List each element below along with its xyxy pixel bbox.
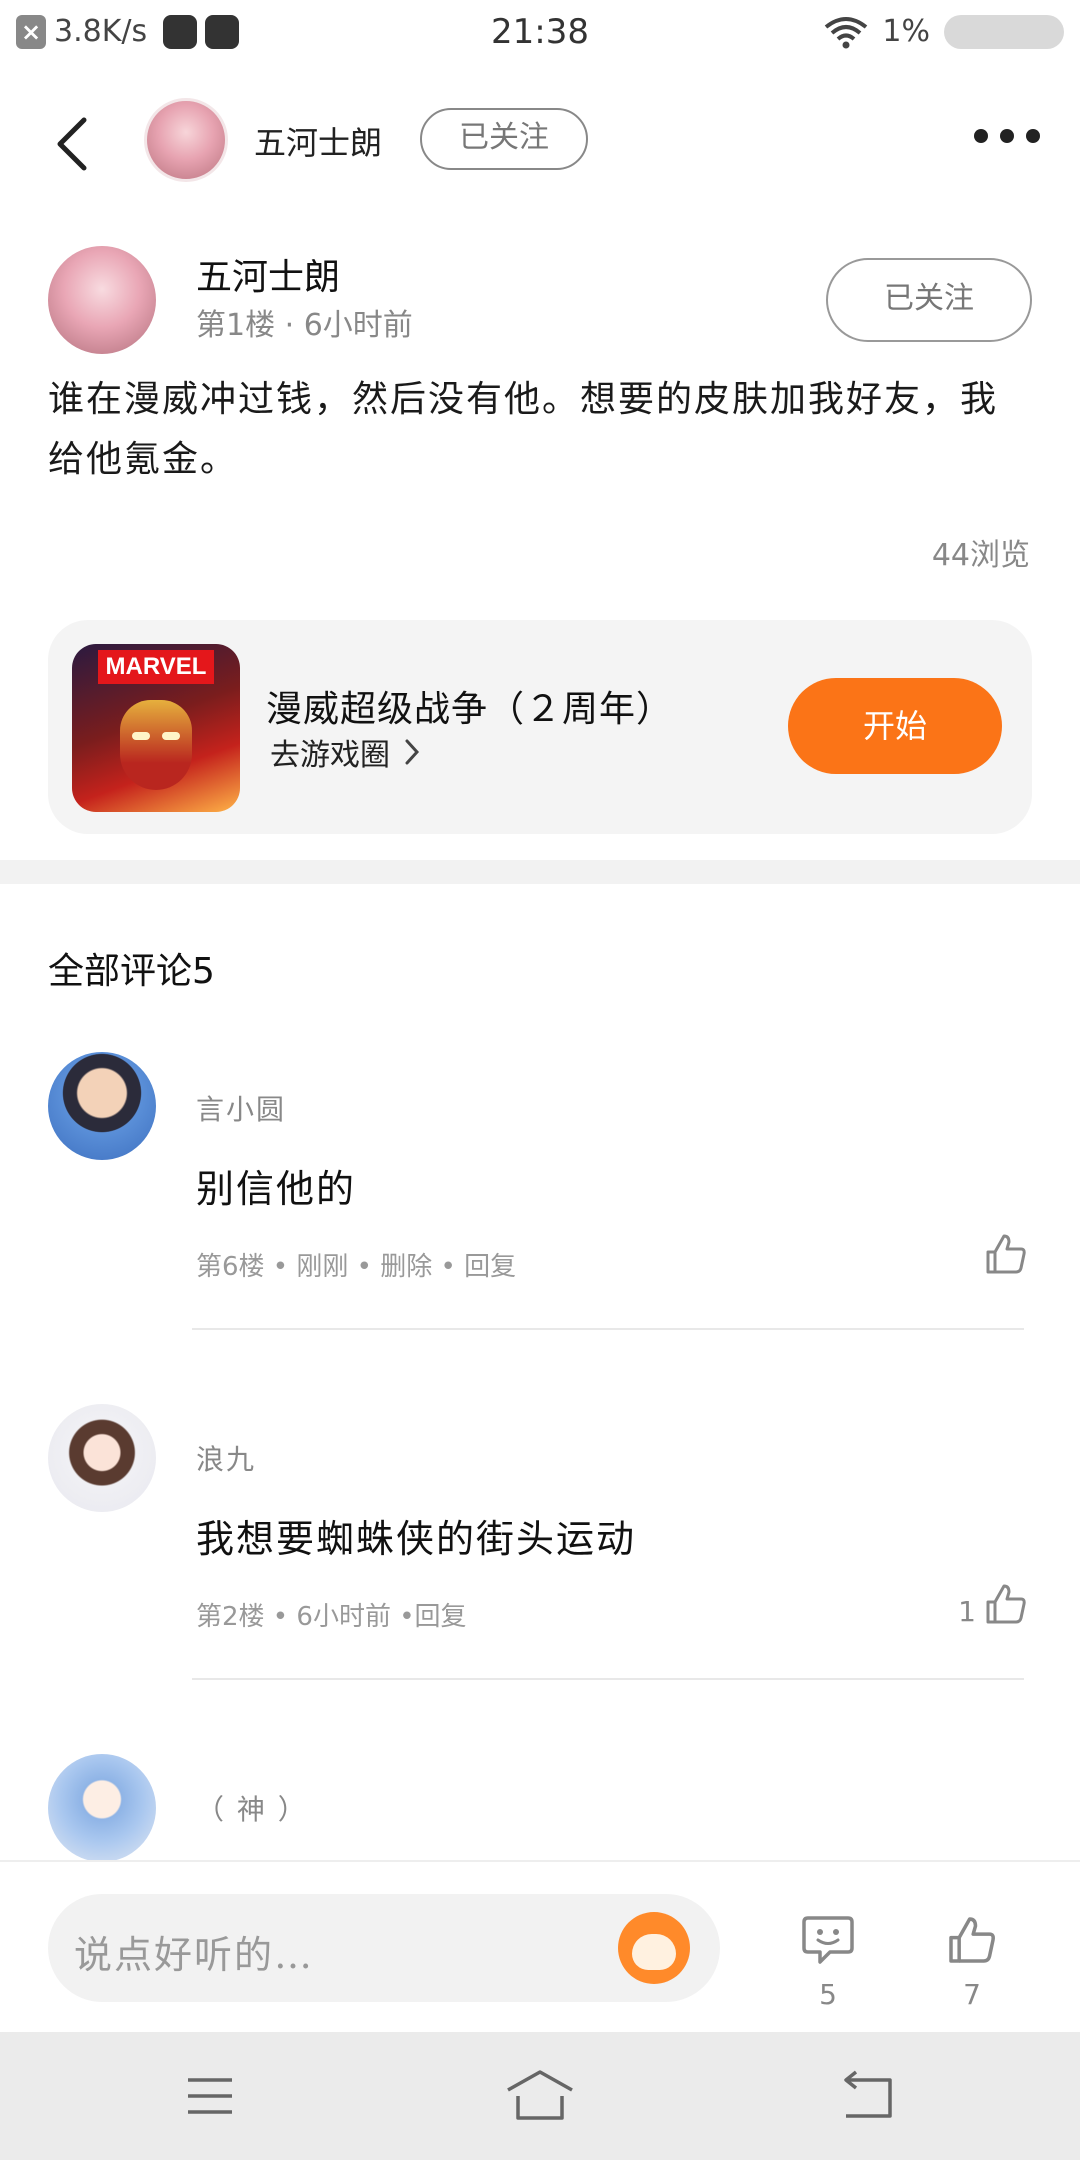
thumbs-up-icon[interactable]	[982, 1580, 1030, 1628]
post-author-avatar[interactable]	[48, 246, 156, 354]
commenter-name[interactable]: 言小圆	[196, 1088, 286, 1128]
post-author-name[interactable]: 五河士朗	[196, 248, 340, 300]
commenter-name[interactable]: 浪九	[196, 1438, 256, 1478]
back-arrow-icon[interactable]	[48, 114, 98, 174]
thumbs-up-icon[interactable]	[944, 1912, 1000, 1968]
more-dots-icon[interactable]	[974, 126, 1040, 146]
post-like-count: 7	[963, 1978, 981, 2011]
comment-input-placeholder: 说点好听的…	[74, 1933, 315, 1977]
post-content: 谁在漫威冲过钱，然后没有他。想要的皮肤加我好友，我给他氪金。	[48, 379, 999, 480]
commenter-name[interactable]: （ 神 ）	[196, 1788, 308, 1828]
commenter-avatar[interactable]	[48, 1754, 156, 1862]
game-card[interactable]: MARVEL 漫威超级战争（２周年） 去游戏圈 开始	[48, 620, 1032, 834]
header-follow-button[interactable]: 已关注	[420, 108, 588, 170]
game-icon[interactable]: MARVEL	[72, 644, 240, 812]
comment-like-count: 1	[958, 1595, 976, 1628]
comment-like-button[interactable]	[976, 1230, 1030, 1278]
game-icon-hero	[120, 700, 192, 790]
post-follow-button[interactable]: 已关注	[826, 258, 1032, 342]
comment-separator	[192, 1328, 1024, 1330]
commenter-avatar[interactable]	[48, 1052, 156, 1160]
comment-text: 别信他的	[196, 1167, 357, 1211]
comment-count: 5	[819, 1978, 837, 2011]
view-count: 44浏览	[931, 538, 1030, 573]
menu-icon[interactable]	[180, 2066, 240, 2126]
wifi-icon	[825, 16, 868, 48]
emoji-face	[632, 1934, 676, 1970]
section-divider	[0, 860, 1080, 884]
comment-input[interactable]: 说点好听的…	[48, 1894, 720, 2002]
game-icon-eye	[132, 732, 150, 740]
top-header: 五河士朗 已关注	[0, 92, 1080, 192]
status-bar: × 3.8K/s 21:38 1%	[0, 0, 1080, 72]
chevron-right-icon	[405, 739, 420, 765]
back-nav-icon[interactable]	[838, 2066, 898, 2126]
game-icon-logo: MARVEL	[98, 650, 214, 684]
comments-title: 全部评论5	[48, 951, 215, 992]
post-like-button[interactable]: 7	[932, 1912, 1012, 2011]
header-author-name[interactable]: 五河士朗	[254, 118, 382, 164]
game-circle-label: 去游戏圈	[270, 738, 390, 773]
game-icon-eye	[162, 732, 180, 740]
system-nav-bar	[0, 2032, 1080, 2160]
game-title[interactable]: 漫威超级战争（２周年）	[266, 680, 673, 732]
comment-bubble-icon[interactable]	[800, 1912, 856, 1968]
game-circle-link[interactable]: 去游戏圈	[270, 730, 422, 774]
battery-icon	[944, 14, 1064, 49]
status-right: 1%	[824, 14, 1064, 49]
comment-input-bar: 说点好听的… 5 7	[0, 1860, 1080, 2032]
emoji-icon[interactable]	[618, 1912, 690, 1984]
comment-meta[interactable]: 第2楼 • 6小时前 •回复	[196, 1596, 467, 1633]
comment-separator	[192, 1678, 1024, 1680]
start-game-button[interactable]: 开始	[788, 678, 1002, 774]
author-avatar[interactable]	[144, 98, 228, 182]
post-meta: 第1楼 · 6小时前	[196, 308, 413, 343]
comment-meta[interactable]: 第6楼 • 刚刚 • 删除 • 回复	[196, 1246, 516, 1283]
thumbs-up-icon[interactable]	[982, 1230, 1030, 1278]
comment-count-button[interactable]: 5	[788, 1912, 868, 2011]
comment-like-button[interactable]: 1	[958, 1580, 1030, 1628]
home-icon[interactable]	[504, 2066, 576, 2126]
comment-text: 我想要蜘蛛侠的街头运动	[196, 1517, 637, 1561]
battery-percent: 1%	[882, 14, 930, 49]
commenter-avatar[interactable]	[48, 1404, 156, 1512]
